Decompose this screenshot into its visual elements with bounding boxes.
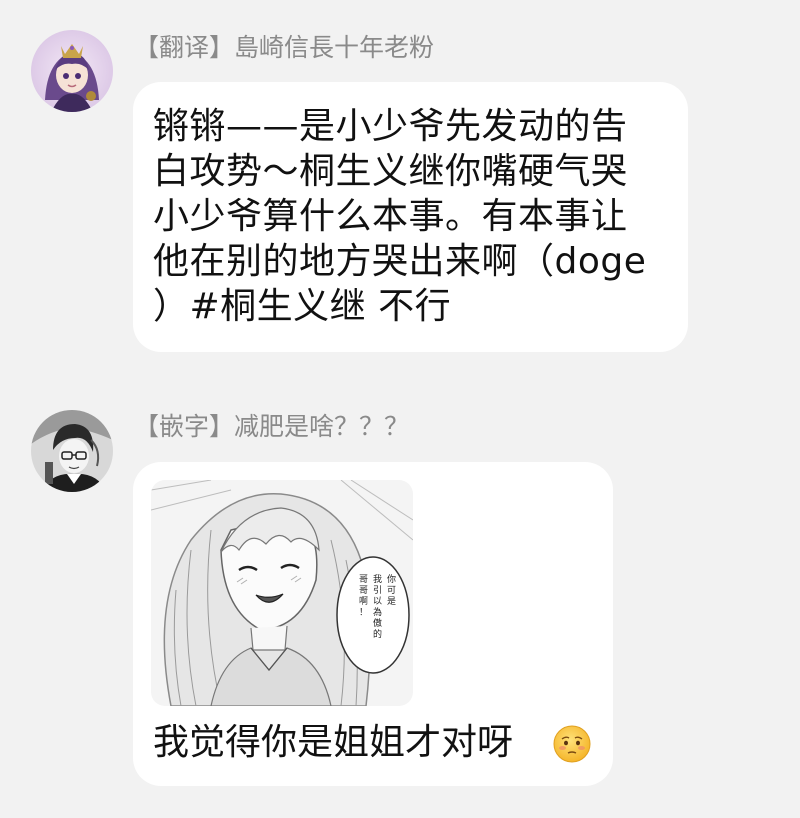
message-text-line: 白攻势～桐生义继你嘴硬气哭 xyxy=(153,151,628,192)
avatar[interactable] xyxy=(31,410,113,492)
message-text-line: 小少爷算什么本事。有本事让 xyxy=(153,196,628,237)
sender-nickname: 島崎信長十年老粉 xyxy=(234,33,435,62)
message-text: 锵锵——是小少爷先发动的告 白攻势～桐生义继你嘴硬气哭 小少爷算什么本事。有本事… xyxy=(153,104,646,329)
avatar-anime-girl-icon xyxy=(31,30,113,112)
message-text-line: 锵锵——是小少爷先发动的告 xyxy=(153,106,628,147)
flushed-face-icon xyxy=(552,724,592,764)
sender-name[interactable]: 【嵌字】减肥是啥？？？ xyxy=(134,414,409,439)
message-text-line: ）#桐生义继 不行 xyxy=(153,286,452,327)
avatar-manga-man-icon xyxy=(31,410,113,492)
message-bubble[interactable]: 你 可 是 我 引 以 為 傲 的 哥 哥 啊 ！ 我觉得你是姐姐才对呀 xyxy=(133,462,613,786)
message-bubble[interactable]: 锵锵——是小少爷先发动的告 白攻势～桐生义继你嘴硬气哭 小少爷算什么本事。有本事… xyxy=(133,82,688,352)
message-text-line: 他在别的地方哭出来啊（doge xyxy=(153,241,647,282)
manga-image[interactable]: 你 可 是 我 引 以 為 傲 的 哥 哥 啊 ！ xyxy=(151,480,413,706)
sender-role-tag: 【嵌字】 xyxy=(134,412,235,441)
avatar[interactable] xyxy=(31,30,113,112)
message-caption: 我觉得你是姐姐才对呀 xyxy=(153,722,514,763)
sender-nickname: 减肥是啥？？？ xyxy=(234,412,410,441)
sender-name[interactable]: 【翻译】島崎信長十年老粉 xyxy=(134,35,434,60)
sender-role-tag: 【翻译】 xyxy=(134,33,235,62)
manga-panel-image: 你 可 是 我 引 以 為 傲 的 哥 哥 啊 ！ xyxy=(151,480,413,706)
